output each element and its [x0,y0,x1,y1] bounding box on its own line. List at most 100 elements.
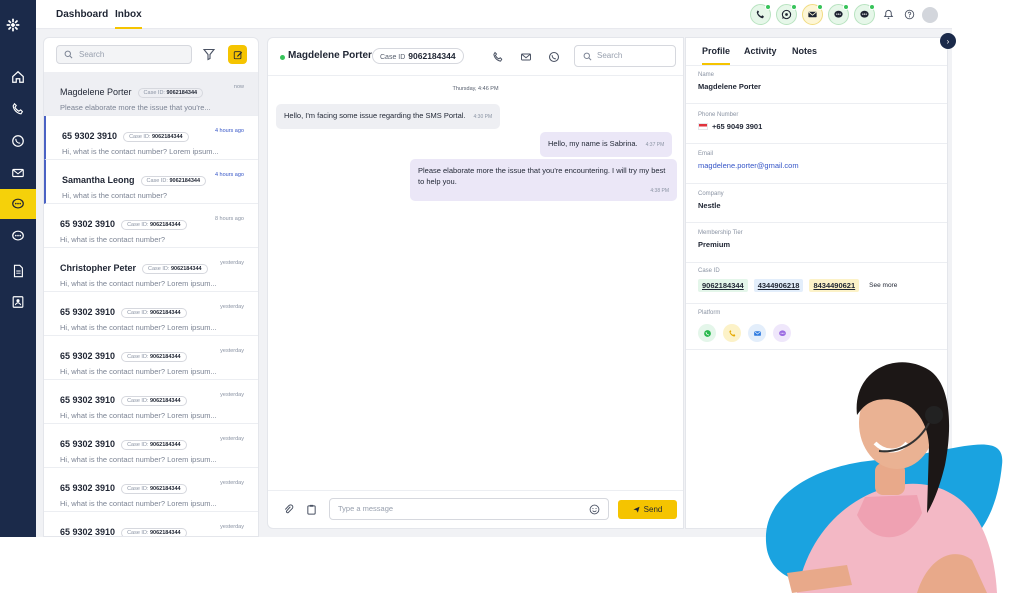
compose-button[interactable] [228,45,247,64]
tabs-divider [686,65,947,66]
conversation-search-input[interactable]: Search [56,45,192,64]
messenger-icon [11,229,25,243]
conversation-preview: Hi, what is the contact number? Lorem ip… [60,455,217,464]
case-badge-label: Case ID: [127,398,149,404]
case-badge-id: 9062184344 [150,222,181,228]
conversation-name: Magdelene Porter [60,87,132,97]
case-id-link[interactable]: 4344906218 [753,279,804,292]
mail-icon[interactable] [748,324,766,342]
chat-search-input[interactable]: Search [574,45,676,67]
collapse-panel-button[interactable]: › [940,33,956,49]
tab-notes[interactable]: Notes [792,46,817,56]
channel-whatsapp-button[interactable] [776,4,797,25]
channel-mail-button[interactable] [802,4,823,25]
see-more-link[interactable]: See more [869,282,897,289]
conversation-item[interactable]: 65 9302 3910 Case ID: 9062184344 yesterday… [44,292,258,336]
tab-inbox[interactable]: Inbox [115,9,142,29]
case-id-link[interactable]: 9062184344 [698,279,748,292]
field-platform: Platform [686,310,947,350]
whatsapp-icon[interactable] [698,324,716,342]
conversation-preview: Hi, what is the contact number? [60,235,166,244]
case-id-link[interactable]: 8434490621 [809,279,860,292]
field-name: Name Magdelene Porter [686,72,947,104]
conversation-name: 65 9302 3910 [62,131,118,141]
send-button[interactable]: Send [618,500,677,519]
sidebar-item-chat[interactable] [0,189,36,219]
case-badge-id: 9062184344 [150,354,181,360]
case-badge: Case ID: 9062184344 [140,176,207,186]
channel-phone-button[interactable] [750,4,771,25]
phone-icon[interactable] [492,51,504,63]
conversation-name: 65 9302 3910 [60,219,116,229]
chevron-right-icon: › [946,36,950,46]
conversation-item[interactable]: 65 9302 3910 Case ID: 9062184344 4 hours a… [44,116,258,160]
field-label: Case ID [698,268,720,274]
conversation-item[interactable]: Samantha Leong Case ID: 9062184344 4 hours… [44,160,258,204]
filter-icon[interactable] [202,47,216,61]
field-label: Membership Tier [698,230,743,236]
sidebar-item-whatsapp[interactable] [0,126,36,156]
message-text: Hello, I'm facing some issue regarding t… [284,111,466,120]
conversation-time: yesterday [220,348,244,354]
messenger-icon[interactable] [773,324,791,342]
whatsapp-icon[interactable] [548,51,560,63]
message-time: 4:30 PM [473,114,493,120]
message-input[interactable]: Type a message [329,498,609,520]
case-badge-id: 9062184344 [152,134,183,140]
conversation-item[interactable]: Christopher Peter Case ID: 9062184344 yest… [44,248,258,292]
sidebar-item-phone[interactable] [0,94,36,124]
tab-activity[interactable]: Activity [744,46,777,56]
user-avatar[interactable] [922,6,938,23]
tab-profile[interactable]: Profile [702,46,731,65]
conversation-item[interactable]: 65 9302 3910 Case ID: 9062184344 8 hours a… [44,204,258,248]
conversation-name: 65 9302 3910 [60,483,116,493]
home-icon [11,70,25,84]
chat-header: Magdelene Porter Case ID 9062184344 Searc… [268,38,683,76]
conversation-time: yesterday [220,392,244,398]
send-icon [633,506,640,513]
conversation-item[interactable]: 65 9302 3910 Case ID: 9062184344 yesterday… [44,424,258,468]
conversation-item[interactable]: 65 9302 3910 Case ID: 9062184344 yesterday… [44,468,258,512]
sidebar-item-report[interactable] [0,256,36,286]
field-case-ids: Case ID 9062184344 4344906218 8434490621… [686,268,947,304]
conversation-search-placeholder: Search [79,50,105,59]
channel-chat-button-2[interactable] [854,4,875,25]
chat-case-label: Case ID [380,54,406,61]
brand-logo-icon[interactable] [6,18,30,42]
channel-chat-button[interactable] [828,4,849,25]
conversation-name: 65 9302 3910 [60,307,116,317]
email-link[interactable]: magdelene.porter@gmail.com [698,161,947,170]
conversation-item[interactable]: 65 9302 3910 Case ID: 9062184344 yesterday… [44,380,258,424]
case-badge: Case ID: 9062184344 [121,220,187,230]
help-icon[interactable] [901,7,917,23]
conversation-item[interactable]: 65 9302 3910 Case ID: 9062184344 yesterday… [44,512,258,537]
conversation-time: 8 hours ago [214,216,244,222]
clipboard-icon[interactable] [306,504,317,515]
phone-icon[interactable] [723,324,741,342]
edit-icon [233,50,242,59]
field-label: Platform [698,310,721,316]
bell-icon[interactable] [880,7,896,23]
conversation-item[interactable]: 65 9302 3910 Case ID: 9062184344 yesterday… [44,336,258,380]
tab-dashboard[interactable]: Dashboard [56,9,108,20]
case-badge-id: 9062184344 [166,90,198,96]
emoji-icon[interactable] [589,504,600,515]
field-membership-tier: Membership Tier Premium [686,230,947,263]
case-badge: Case ID: 9062184344 [123,132,189,142]
report-icon [11,264,25,278]
message-incoming: Hello, I'm facing some issue regarding t… [276,104,501,129]
conversation-name: 65 9302 3910 [60,351,116,361]
sidebar-item-home[interactable] [0,62,36,92]
sidebar-item-contact[interactable] [0,287,36,317]
case-badge: Case ID: 9062184344 [121,528,187,536]
conversation-time: yesterday [220,524,244,530]
conversation-item[interactable]: Magdelene Porter Case ID: 9062184344 now Pl… [44,72,258,116]
case-badge-label: Case ID: [143,90,165,96]
sidebar-item-mail[interactable] [0,158,36,188]
message-time: 4:37 PM [645,142,665,148]
conversation-name: 65 9302 3910 [60,527,116,537]
mail-icon[interactable] [520,51,532,63]
attachment-icon[interactable] [283,504,294,515]
sidebar-item-messenger[interactable] [0,221,36,251]
field-value: +65 9049 3901 [698,122,947,131]
